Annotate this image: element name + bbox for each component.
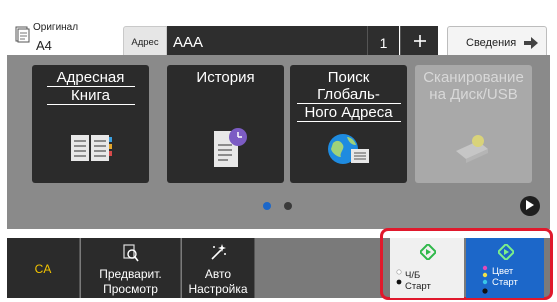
next-page-button[interactable] bbox=[520, 196, 540, 216]
header-bar: Оригинал A4 Адрес AAA 1 Сведения bbox=[0, 8, 557, 60]
clear-all-button[interactable]: CA bbox=[7, 238, 80, 298]
tile-scan-to-usb[interactable]: Сканирование на Диск/USB bbox=[415, 65, 532, 183]
ca-label: CA bbox=[34, 262, 52, 276]
bw-start-line2: Старт bbox=[405, 281, 431, 292]
color-dots-icon bbox=[482, 265, 488, 300]
original-size-value[interactable]: A4 bbox=[36, 38, 52, 53]
color-start-button[interactable]: Цвет Старт bbox=[466, 238, 544, 298]
tile-address-book[interactable]: Адресная Книга bbox=[32, 65, 149, 183]
auto-label-line2: Настройка bbox=[188, 282, 248, 296]
tile-global-address-search[interactable]: Поиск Глобаль- Ного Адреса bbox=[290, 65, 407, 183]
pager-dot[interactable] bbox=[284, 202, 292, 210]
preview-label-line1: Предварит. bbox=[99, 267, 162, 281]
pager-dot-active[interactable] bbox=[263, 202, 271, 210]
auto-setting-button[interactable]: Авто Настройка bbox=[182, 238, 255, 298]
start-diamond-icon bbox=[418, 242, 438, 265]
plus-icon bbox=[413, 34, 426, 52]
scan-home-screen: Оригинал A4 Адрес AAA 1 Сведения Адресна… bbox=[0, 0, 557, 302]
tile-history-title: История bbox=[167, 69, 284, 86]
start-diamond-icon bbox=[496, 242, 516, 265]
tile-address-book-title: Адресная Книга bbox=[32, 69, 149, 105]
tile-title-line1: Поиск Глобаль- bbox=[296, 69, 401, 104]
color-start-line1: Цвет bbox=[492, 266, 514, 277]
original-label: Оригинал bbox=[33, 22, 79, 33]
bw-dots-icon bbox=[396, 268, 402, 293]
tile-scan-usb-title: Сканирование на Диск/USB bbox=[415, 69, 532, 103]
tile-history[interactable]: История bbox=[167, 65, 284, 183]
arrow-right-icon bbox=[524, 37, 538, 49]
tile-title-line1: Адресная bbox=[46, 69, 135, 87]
preview-magnifier-icon bbox=[123, 244, 139, 265]
tile-title-line1: Сканирование bbox=[423, 69, 524, 86]
auto-label-line1: Авто bbox=[204, 267, 232, 281]
play-right-icon bbox=[526, 197, 534, 215]
details-button-label: Сведения bbox=[466, 36, 517, 49]
address-book-icon bbox=[65, 127, 117, 169]
preview-button[interactable]: Предварит. Просмотр bbox=[81, 238, 181, 298]
auto-wand-icon bbox=[209, 243, 227, 264]
scan-usb-icon bbox=[448, 127, 500, 169]
tile-title-line2: Книга bbox=[46, 87, 135, 105]
bw-start-button[interactable]: Ч/Б Старт bbox=[390, 238, 464, 298]
shortcut-tile-area: Адресная Книга История Поиск Глобаль- Но… bbox=[7, 55, 550, 229]
bw-start-line1: Ч/Б bbox=[405, 270, 421, 281]
original-document-icon bbox=[15, 26, 30, 43]
history-icon bbox=[200, 127, 252, 169]
preview-label-line2: Просмотр bbox=[103, 282, 158, 296]
tile-title-line2: Ного Адреса bbox=[296, 104, 401, 122]
global-address-icon bbox=[323, 127, 375, 169]
color-start-line2: Старт bbox=[492, 277, 518, 288]
tile-title-line1: История bbox=[196, 69, 255, 86]
tile-title-line2: на Диск/USB bbox=[429, 86, 518, 103]
tile-global-address-title: Поиск Глобаль- Ного Адреса bbox=[290, 69, 407, 122]
